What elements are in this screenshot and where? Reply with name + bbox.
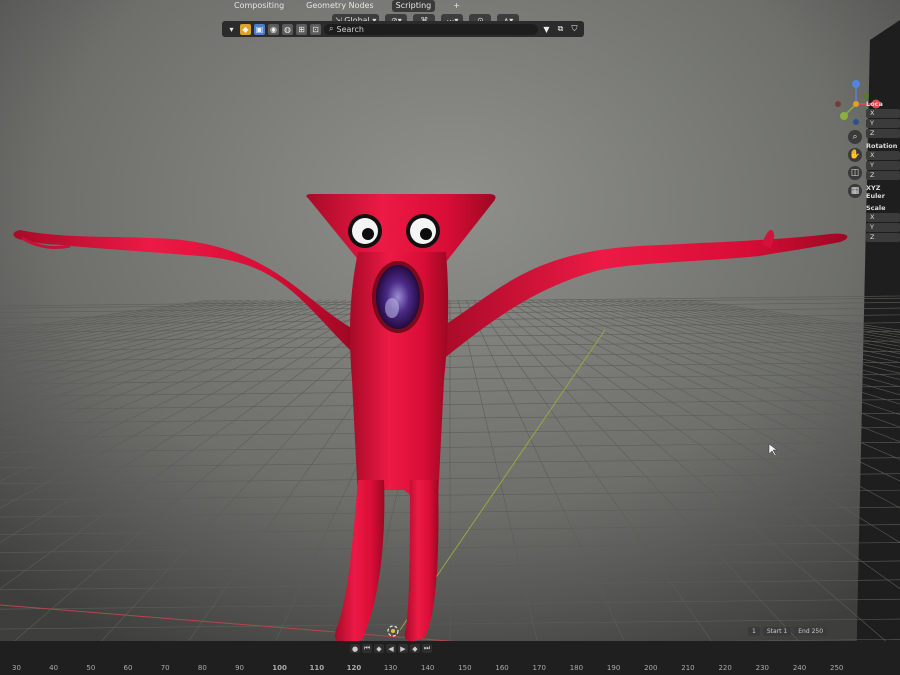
new-collection-icon[interactable]: ⧉	[555, 24, 566, 35]
scene-icon[interactable]: ◉	[268, 23, 279, 35]
next-keyframe-icon[interactable]: ◆	[410, 644, 420, 653]
timeline-frame-ruler: 30 40 50 60 70 80 90 100 110 120 130 140 150 160 170 18…	[0, 664, 900, 675]
viewport-navigation-buttons: ⌕ ✋ ◫ ▦	[848, 130, 862, 198]
location-z-field[interactable]: Z	[866, 129, 900, 138]
location-x-field[interactable]: X	[866, 109, 900, 118]
rotation-mode-dropdown[interactable]: XYZ Euler	[866, 184, 900, 200]
tab-compositing[interactable]: Compositing	[230, 0, 288, 12]
timeline-tick-label: 140	[421, 664, 435, 672]
camera-icon[interactable]: ◫	[848, 166, 862, 180]
grid-perspective-icon[interactable]: ▦	[848, 184, 862, 198]
rotation-y-field[interactable]: Y	[866, 161, 900, 170]
scale-z-field[interactable]: Z	[866, 233, 900, 242]
timeline-tick-label: 200	[644, 664, 658, 672]
mouth	[376, 265, 420, 329]
timeline-tick-label: 190	[606, 664, 621, 672]
timeline-tick-label: 150	[458, 664, 472, 672]
3d-viewport[interactable]	[0, 0, 900, 675]
end-frame-field[interactable]: End 250	[794, 627, 828, 636]
prev-keyframe-icon[interactable]: ◆	[374, 644, 384, 653]
play-reverse-icon[interactable]: ◀	[386, 644, 396, 653]
scale-label: Scale	[866, 204, 886, 212]
playback-controls: ● ⏮ ◆ ◀ ▶ ◆ ⏭	[350, 644, 432, 653]
timeline-tick-label: 180	[569, 664, 584, 672]
hand-pan-icon[interactable]: ✋	[848, 148, 862, 162]
timeline-tick-label: 230	[755, 664, 769, 672]
timeline-tick-label: 50	[86, 664, 96, 672]
rotation-label: Rotation	[866, 142, 898, 150]
funnel-filter-icon[interactable]: ▼	[541, 24, 552, 35]
chevron-down-icon[interactable]: ▾	[226, 24, 237, 35]
timeline-tick-label: 60	[123, 664, 133, 672]
data-api-icon[interactable]: ⊡	[310, 23, 321, 35]
timeline-tick-label: 130	[383, 664, 398, 672]
current-frame-field[interactable]: 1	[748, 627, 760, 636]
zoom-icon[interactable]: ⌕	[848, 130, 862, 144]
jump-start-icon[interactable]: ⏮	[362, 644, 372, 653]
location-label: Loca	[866, 100, 883, 108]
view-layer-icon[interactable]: ▣	[254, 23, 265, 35]
timeline-tick-label: 100	[272, 664, 287, 672]
rotation-x-field[interactable]: X	[866, 151, 900, 160]
timeline-tick-label: 80	[197, 664, 207, 672]
timeline-tick-label: 170	[532, 664, 546, 672]
tab-scripting[interactable]: Scripting	[391, 0, 436, 12]
scale-x-field[interactable]: X	[866, 213, 900, 222]
blender-screen: Compositing Geometry Nodes Scripting + ⇲…	[0, 0, 900, 675]
start-frame-field[interactable]: Start 1	[762, 627, 792, 636]
timeline-tick-label: 110	[309, 664, 325, 672]
world-icon[interactable]: ◍	[282, 23, 293, 35]
timeline-tick-label: 220	[718, 664, 732, 672]
timeline-tick-label: 120	[346, 664, 362, 672]
search-input[interactable]: ⌕ Search	[324, 23, 538, 35]
record-icon[interactable]: ●	[350, 644, 360, 653]
frame-range: 1 Start 1 End 250	[748, 627, 828, 636]
timeline-tick-label: 240	[792, 664, 807, 672]
add-workspace-button[interactable]: +	[449, 0, 464, 12]
shield-icon[interactable]: ⛉	[569, 24, 580, 35]
timeline-tick-label: 250	[830, 664, 844, 672]
location-y-field[interactable]: Y	[866, 119, 900, 128]
timeline-tick-label: 160	[495, 664, 509, 672]
rotation-z-field[interactable]: Z	[866, 171, 900, 180]
timeline-tick-label: 70	[160, 664, 170, 672]
object-type-icon[interactable]: ◆	[240, 23, 251, 35]
timeline-tick-label: 30	[12, 664, 21, 672]
tab-geometry-nodes[interactable]: Geometry Nodes	[302, 0, 377, 12]
jump-end-icon[interactable]: ⏭	[422, 644, 432, 653]
timeline-tick-label: 210	[681, 664, 695, 672]
scale-y-field[interactable]: Y	[866, 223, 900, 232]
blender-file-icon[interactable]: ⊞	[296, 23, 307, 35]
search-icon: ⌕	[329, 24, 334, 33]
play-icon[interactable]: ▶	[398, 644, 408, 653]
filter-header: ▾ ◆ ▣ ◉ ◍ ⊞ ⊡ ⌕ Search ▼ ⧉ ⛉	[222, 21, 584, 37]
workspace-tab-bar: Compositing Geometry Nodes Scripting +	[230, 0, 700, 12]
timeline-tick-label: 40	[49, 664, 59, 672]
transform-sidebar: Loca X Y Z Rotation X Y Z XYZ Euler Scal…	[866, 96, 900, 256]
timeline-tick-label: 90	[235, 664, 244, 672]
